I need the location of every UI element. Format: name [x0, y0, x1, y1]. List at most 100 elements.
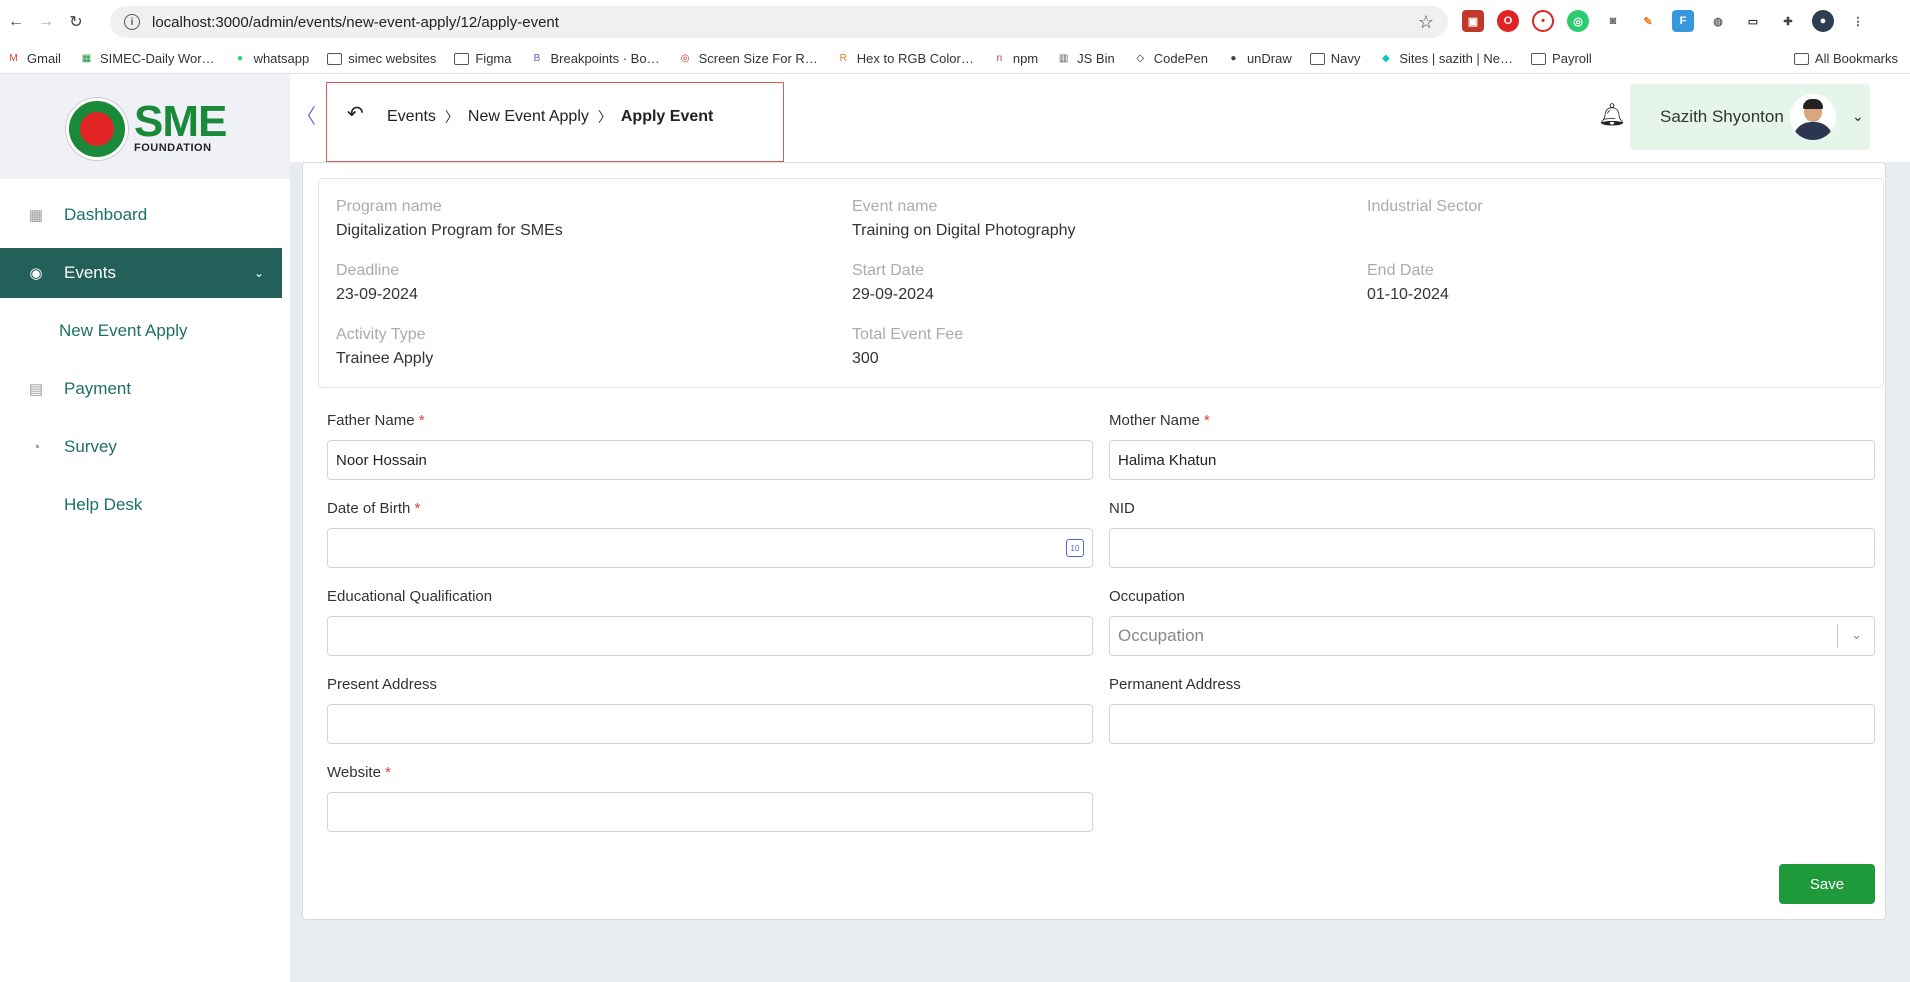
notification-bell-icon[interactable]: 🔔︎	[1598, 102, 1626, 128]
bookmark-item[interactable]: Navy	[1309, 51, 1360, 66]
start-date-field: Start Date 29-09-2024	[852, 262, 934, 304]
bookmark-item[interactable]: ▦ SIMEC-Daily Wor…	[79, 51, 215, 66]
bookmark-item[interactable]: R Hex to RGB Color…	[836, 51, 974, 66]
sidebar-item-dashboard[interactable]: ▦ Dashboard	[0, 190, 282, 240]
bookmark-item[interactable]: Payroll	[1531, 51, 1592, 66]
mother-name-input[interactable]: Halima Khatun	[1109, 440, 1875, 480]
collapse-sidebar-icon[interactable]: 〈	[296, 100, 316, 129]
sidebar-item-help-desk[interactable]: Help Desk	[0, 480, 282, 530]
required-mark: *	[385, 764, 391, 781]
folder-icon	[327, 52, 343, 65]
chevron-right-icon: 〉	[444, 109, 459, 125]
permanent-address-input[interactable]	[1109, 704, 1875, 744]
bootstrap-icon: B	[533, 53, 541, 64]
bookmark-label: npm	[1012, 51, 1039, 66]
sidebar-item-label: Dashboard	[64, 205, 148, 224]
jsbin-icon: ▥	[1058, 53, 1069, 64]
bookmark-item[interactable]: Figma	[454, 51, 511, 66]
info-label: Activity Type	[336, 326, 426, 343]
sidebar-item-events[interactable]: ◉ Events ⌄	[0, 248, 282, 298]
father-name-input[interactable]: Noor Hossain	[327, 440, 1093, 480]
sidebar-menu: ▦ Dashboard ◉ Events ⌄ New Event Apply ▤…	[0, 190, 282, 538]
chevron-down-icon[interactable]: ⌄	[1852, 108, 1864, 125]
bookmark-item[interactable]: ● whatsapp	[233, 51, 309, 66]
end-date-field: End Date 01-10-2024	[1367, 262, 1449, 304]
opera-icon[interactable]: O	[1497, 10, 1519, 32]
back-icon[interactable]: ↶	[347, 101, 364, 126]
select-placeholder: Occupation	[1118, 626, 1204, 645]
bookmark-item[interactable]: ◎ Screen Size For R…	[678, 51, 818, 66]
puzzle-icon[interactable]: ✚	[1777, 10, 1799, 32]
folder-icon	[1309, 52, 1325, 65]
sidebar-item-payment[interactable]: ▤ Payment	[0, 364, 282, 414]
user-menu[interactable]: Sazith Shyonton ⌄	[1630, 84, 1870, 150]
profile-avatar-icon[interactable]: ●	[1812, 10, 1834, 32]
camera-icon[interactable]: ◙	[1602, 10, 1624, 32]
bookmark-item[interactable]: ◆ Sites | sazith | Ne…	[1378, 51, 1513, 66]
occupation-label: Occupation	[1109, 588, 1185, 605]
website-input[interactable]	[327, 792, 1093, 832]
bookmark-label: Gmail	[27, 51, 61, 66]
font-icon[interactable]: F	[1672, 10, 1694, 32]
extensions-bar: ▣ O • ◎ ◙ ✎ F ◍ ▭ ✚ ● ⋮	[1462, 10, 1869, 32]
bookmark-item[interactable]: ▥ JS Bin	[1056, 51, 1115, 66]
nid-input[interactable]	[1109, 528, 1875, 568]
bookmark-item[interactable]: ● unDraw	[1226, 51, 1291, 66]
bookmark-item[interactable]: n npm	[992, 51, 1039, 66]
bookmark-label: CodePen	[1153, 51, 1208, 66]
required-mark: *	[414, 500, 421, 517]
bookmark-item[interactable]: simec websites	[327, 51, 436, 66]
avatar	[1790, 94, 1836, 140]
info-label: Start Date	[852, 262, 925, 279]
present-address-input[interactable]	[327, 704, 1093, 744]
breadcrumb-item-events[interactable]: Events	[387, 108, 436, 126]
folder-icon	[1531, 52, 1547, 65]
reload-icon[interactable]: ↻	[62, 8, 90, 36]
forward-arrow-icon[interactable]: →	[32, 8, 60, 36]
bookmark-star-icon[interactable]: ☆	[1418, 12, 1434, 33]
info-label: Event name	[852, 198, 938, 215]
nid-label: NID	[1109, 500, 1135, 517]
dob-label: Date of Birth *	[327, 500, 420, 517]
bookmark-label: Figma	[475, 51, 512, 66]
address-bar[interactable]: i localhost:3000/admin/events/new-event-…	[110, 6, 1448, 38]
extension-icon[interactable]: ◎	[1567, 10, 1589, 32]
all-bookmarks[interactable]: All Bookmarks	[1793, 51, 1898, 66]
occupation-select[interactable]: Occupation ⌄	[1109, 616, 1875, 656]
save-button[interactable]: Save	[1779, 864, 1875, 904]
education-input[interactable]	[327, 616, 1093, 656]
bookmark-item[interactable]: ◇ CodePen	[1133, 51, 1208, 66]
chevron-right-icon: 〉	[597, 109, 612, 125]
total-fee: 300	[852, 350, 879, 367]
chevron-down-icon[interactable]: ⌄	[1851, 627, 1862, 643]
government-emblem-icon	[66, 98, 128, 160]
bookmark-item[interactable]: B Breakpoints · Bo…	[529, 51, 660, 66]
bookmark-item[interactable]: M Gmail	[6, 51, 61, 66]
deadline: 23-09-2024	[336, 286, 418, 303]
sheets-icon: ▦	[81, 53, 92, 64]
color-picker-icon[interactable]: ✎	[1637, 10, 1659, 32]
mother-name-label: Mother Name *	[1109, 412, 1210, 429]
breadcrumb-item-new-event-apply[interactable]: New Event Apply	[468, 108, 589, 126]
picture-in-picture-icon[interactable]: ▭	[1742, 10, 1764, 32]
sidebar-item-new-event-apply[interactable]: New Event Apply	[0, 306, 282, 356]
menu-dots-icon[interactable]: ⋮	[1847, 10, 1869, 32]
gmail-icon: M	[9, 53, 18, 64]
extension-icon[interactable]: ▣	[1462, 10, 1484, 32]
calendar-icon[interactable]: 10	[1066, 539, 1084, 557]
date-of-birth-input[interactable]: 10	[327, 528, 1093, 568]
label-text: Occupation	[1109, 588, 1185, 605]
site-info-icon[interactable]: i	[124, 14, 140, 30]
start-date: 29-09-2024	[852, 286, 934, 303]
chevron-down-icon: ⌄	[253, 266, 264, 280]
back-arrow-icon[interactable]: ←	[2, 8, 30, 36]
whatsapp-icon: ●	[237, 53, 244, 64]
industrial-sector-field: Industrial Sector	[1367, 198, 1483, 222]
sidebar-item-survey[interactable]: ◔ Survey	[0, 422, 282, 472]
globe-icon[interactable]: ◍	[1707, 10, 1729, 32]
label-text: Present Address	[327, 676, 438, 693]
label-text: Website	[327, 764, 381, 781]
record-icon[interactable]: •	[1532, 10, 1554, 32]
event-name-field: Event name Training on Digital Photograp…	[852, 198, 1076, 240]
sidebar-item-label: New Event Apply	[59, 321, 188, 340]
